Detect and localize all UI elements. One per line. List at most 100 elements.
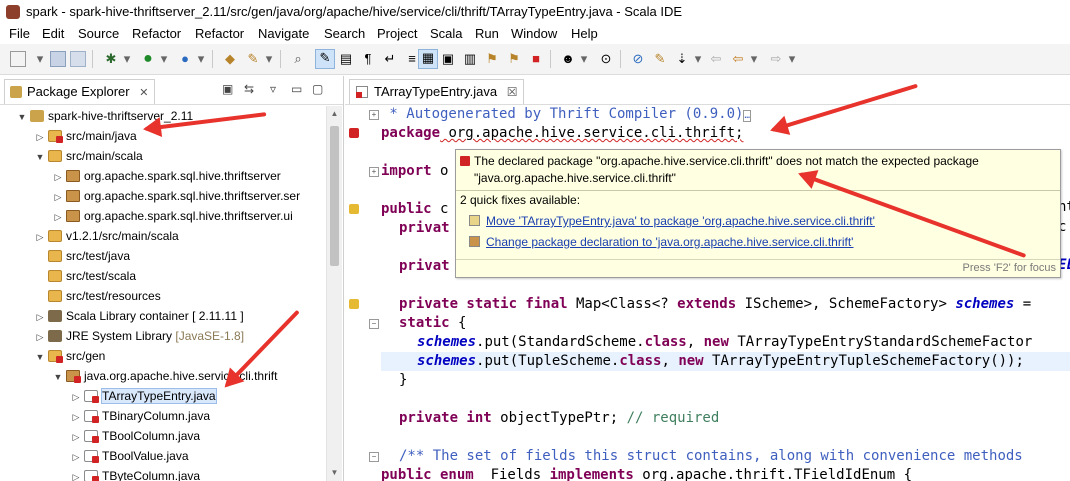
expand-arrow-icon[interactable]: ▷ [70,427,82,447]
expand-arrow-icon[interactable]: ▷ [70,407,82,427]
collapse-all-icon[interactable]: ▣ [222,82,233,96]
scroll-down-icon[interactable]: ▼ [330,468,339,477]
quick-fix-change-package[interactable]: Change package declaration to 'java.org.… [486,235,853,249]
close-icon[interactable]: ☒ [507,85,518,99]
error-annotation-icon[interactable]: ■ [528,51,544,67]
warning-marker-icon[interactable] [349,299,359,309]
warning-marker-icon[interactable] [349,204,359,214]
maximize-icon[interactable]: ▢ [312,82,323,96]
expand-arrow-icon[interactable]: ▷ [34,227,46,247]
menu-file[interactable]: File [9,26,30,41]
scroll-up-icon[interactable]: ▲ [330,109,339,118]
collapse-arrow-icon[interactable]: ▼ [34,147,46,167]
tree-item[interactable]: src/test/scala [34,266,136,286]
annotation-ruler[interactable]: + + − − [345,105,379,481]
dropdown-arrow-icon[interactable]: ▾ [784,51,800,67]
dropdown-arrow-icon[interactable]: ▾ [32,51,48,67]
error-marker-icon[interactable] [349,128,359,138]
word-wrap-icon[interactable]: ↵ [382,51,398,67]
presentation-icon[interactable]: ▣ [440,51,456,67]
next-edit-icon[interactable]: ⇣ [674,51,690,67]
menu-run[interactable]: Run [475,26,499,41]
package-explorer-tab[interactable]: Package Explorer ✕ [4,79,156,104]
tree-item[interactable]: ▷ TBoolColumn.java [70,426,200,446]
user-icon[interactable]: ☻ [560,51,576,67]
new-icon[interactable] [10,51,26,67]
menu-project[interactable]: Project [377,26,417,41]
dropdown-arrow-icon[interactable]: ▾ [576,51,592,67]
collapse-arrow-icon[interactable]: ▼ [16,107,28,127]
tree-item[interactable]: ▷ TArrayTypeEntry.java [70,386,217,406]
block-selection-icon[interactable]: ▤ [338,51,354,67]
tree-item[interactable]: ▷ org.apache.spark.sql.hive.thriftserver.… [52,206,293,226]
link-with-editor-icon[interactable]: ⇆ [244,82,254,96]
fold-collapse-icon[interactable]: − [369,452,379,462]
tree-item[interactable]: ▼ spark-hive-thriftserver_2.11 [16,106,194,127]
mark-occurrences-icon[interactable]: ✎ [315,49,335,69]
tree-item[interactable]: ▷ src/main/java [34,126,137,146]
tree-item[interactable]: ▷ TBinaryColumn.java [70,406,210,426]
scala-interpreter-icon[interactable]: ⊙ [598,51,614,67]
menu-edit[interactable]: Edit [42,26,64,41]
fold-expand-icon[interactable]: + [369,167,379,177]
tree-item[interactable]: ▷ org.apache.spark.sql.hive.thriftserver [52,166,281,186]
close-icon[interactable]: ✕ [139,87,148,99]
external-tools-icon[interactable]: ● [177,51,193,67]
save-all-icon[interactable] [70,51,86,67]
toggle-scala-icon[interactable]: ▦ [418,49,438,69]
open-type-icon[interactable]: ◆ [222,51,238,67]
dropdown-arrow-icon[interactable]: ▾ [261,51,277,67]
search-icon[interactable]: ⌕ [290,51,306,67]
show-whitespace-icon[interactable]: ¶ [360,51,376,67]
last-edit-icon[interactable]: ✎ [652,51,668,67]
save-icon[interactable] [50,51,66,67]
dropdown-arrow-icon[interactable]: ▾ [690,51,706,67]
dropdown-arrow-icon[interactable]: ▾ [156,51,172,67]
menu-help[interactable]: Help [571,26,598,41]
scrollbar-thumb[interactable] [330,126,339,266]
menu-search[interactable]: Search [324,26,365,41]
expand-arrow-icon[interactable]: ▷ [34,307,46,327]
menu-refactor-2[interactable]: Refactor [195,26,244,41]
run-icon[interactable]: ● [140,51,156,67]
quick-fix-move-file[interactable]: Move 'TArrayTypeEntry.java' to package '… [486,214,875,228]
expand-arrow-icon[interactable]: ▷ [52,167,64,187]
minimize-icon[interactable]: ▭ [291,82,302,96]
tree-item[interactable]: src/test/java [34,246,130,266]
pin-icon[interactable]: ⊘ [630,51,646,67]
fold-collapse-icon[interactable]: − [369,319,379,329]
forward-icon[interactable]: ⇨ [768,51,784,67]
dropdown-arrow-icon[interactable]: ▾ [746,51,762,67]
vertical-scrollbar[interactable]: ▲ ▼ [326,106,342,481]
dropdown-arrow-icon[interactable]: ▾ [119,51,135,67]
tree-item[interactable]: ▼ src/main/scala [34,146,143,166]
menu-refactor[interactable]: Refactor [132,26,181,41]
menu-scala[interactable]: Scala [430,26,463,41]
collapse-arrow-icon[interactable]: ▼ [34,347,46,367]
next-annotation-icon[interactable]: ⚑ [484,51,500,67]
open-task-icon[interactable]: ✎ [245,51,261,67]
tree-item[interactable]: ▷ Scala Library container [ 2.11.11 ] [34,306,244,326]
back-to-icon[interactable]: ⇦ [708,51,724,67]
fold-expand-icon[interactable]: + [369,110,379,120]
back-icon[interactable]: ⇦ [730,51,746,67]
expand-arrow-icon[interactable]: ▷ [34,127,46,147]
tree-item[interactable]: ▷ v1.2.1/src/main/scala [34,226,179,246]
view-menu-icon[interactable]: ▿ [270,82,276,96]
tree-item[interactable]: ▷ TByteColumn.java [70,466,200,481]
debug-icon[interactable]: ✱ [103,51,119,67]
tree-item[interactable]: src/test/resources [34,286,161,306]
menu-source[interactable]: Source [78,26,119,41]
tree-item[interactable]: ▼ src/gen [34,346,105,366]
expand-arrow-icon[interactable]: ▷ [70,447,82,467]
expand-arrow-icon[interactable]: ▷ [52,207,64,227]
expand-arrow-icon[interactable]: ▷ [52,187,64,207]
expand-arrow-icon[interactable]: ▷ [70,467,82,481]
prev-annotation-icon[interactable]: ⚑ [506,51,522,67]
tree-item[interactable]: ▷ JRE System Library [JavaSE-1.8] [34,326,245,347]
expand-arrow-icon[interactable]: ▷ [34,327,46,347]
editor-tab-tarraytypeentry[interactable]: TArrayTypeEntry.java ☒ [349,79,525,104]
collapse-arrow-icon[interactable]: ▼ [52,367,64,387]
tree-item[interactable]: ▷ org.apache.spark.sql.hive.thriftserver.… [52,186,301,207]
menu-window[interactable]: Window [511,26,557,41]
